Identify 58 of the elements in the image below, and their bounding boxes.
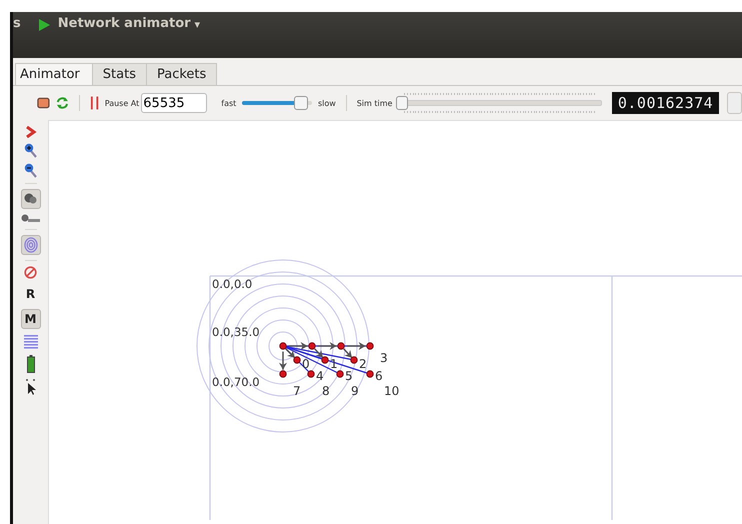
ip-mac-icon[interactable] xyxy=(20,214,40,224)
node-label: 9 xyxy=(351,384,359,398)
range-button[interactable] xyxy=(20,235,40,255)
pause-at-label: Pause At xyxy=(104,98,140,108)
slider-thumb[interactable] xyxy=(294,96,308,110)
node[interactable] xyxy=(279,342,287,350)
node[interactable] xyxy=(307,370,315,378)
node-id-button[interactable] xyxy=(20,189,40,209)
range-icon xyxy=(24,237,38,253)
node[interactable] xyxy=(350,356,358,364)
app-menu-text: s xyxy=(13,16,21,31)
pause-at-field[interactable]: 65535 xyxy=(141,93,208,113)
node[interactable] xyxy=(293,356,301,364)
node[interactable] xyxy=(308,342,316,350)
zoom-out-icon[interactable] xyxy=(24,163,38,178)
node[interactable] xyxy=(336,370,344,378)
node[interactable] xyxy=(366,370,374,378)
fast-label: fast xyxy=(221,98,236,108)
toggle-button[interactable]: R xyxy=(20,284,40,304)
slow-label: slow xyxy=(318,98,336,108)
sim-time-label: Sim time xyxy=(356,98,392,108)
window-title[interactable]: Network animator xyxy=(58,16,191,31)
lines-icon[interactable] xyxy=(24,334,38,350)
play-icon xyxy=(38,19,50,31)
node-label: 2 xyxy=(359,357,367,371)
node[interactable] xyxy=(337,342,345,350)
node-label: 7 xyxy=(293,384,301,398)
node-id-icon xyxy=(24,193,38,205)
block-icon[interactable] xyxy=(24,266,37,279)
node-label: 10 xyxy=(384,384,400,398)
sim-time-display: 0.00162374 xyxy=(612,92,720,114)
tab[interactable]: Animator xyxy=(15,63,93,85)
grid-label: 0.0,70.0 xyxy=(212,375,260,389)
refresh-icon[interactable] xyxy=(56,96,69,110)
node[interactable] xyxy=(279,370,287,378)
slider-thumb[interactable] xyxy=(396,96,408,110)
caret-icon[interactable]: ▾ xyxy=(194,18,200,31)
pause-icon[interactable] xyxy=(90,96,99,110)
tab[interactable]: Packets xyxy=(146,63,218,85)
grid-label: 0.0,0.0 xyxy=(212,277,252,291)
zoom-in-icon[interactable] xyxy=(24,143,38,158)
stop-icon[interactable] xyxy=(37,97,50,109)
node[interactable] xyxy=(366,342,374,350)
pointer-icon[interactable] xyxy=(24,378,38,396)
node-label: 3 xyxy=(380,351,388,365)
node-label: 0 xyxy=(302,357,310,371)
toggle-button[interactable]: M xyxy=(20,309,40,329)
grid-label: 0.0,35.0 xyxy=(212,325,260,339)
chevron-icon[interactable] xyxy=(24,126,36,138)
node-label: 4 xyxy=(316,369,324,383)
battery-icon[interactable] xyxy=(26,355,34,373)
node[interactable] xyxy=(321,356,329,364)
node-label: 6 xyxy=(375,369,383,383)
speed-slider[interactable] xyxy=(242,96,312,110)
sim-time-slider[interactable] xyxy=(398,93,602,113)
node-label: 8 xyxy=(322,384,330,398)
tab[interactable]: Stats xyxy=(92,63,147,85)
node-label: 5 xyxy=(345,369,353,383)
